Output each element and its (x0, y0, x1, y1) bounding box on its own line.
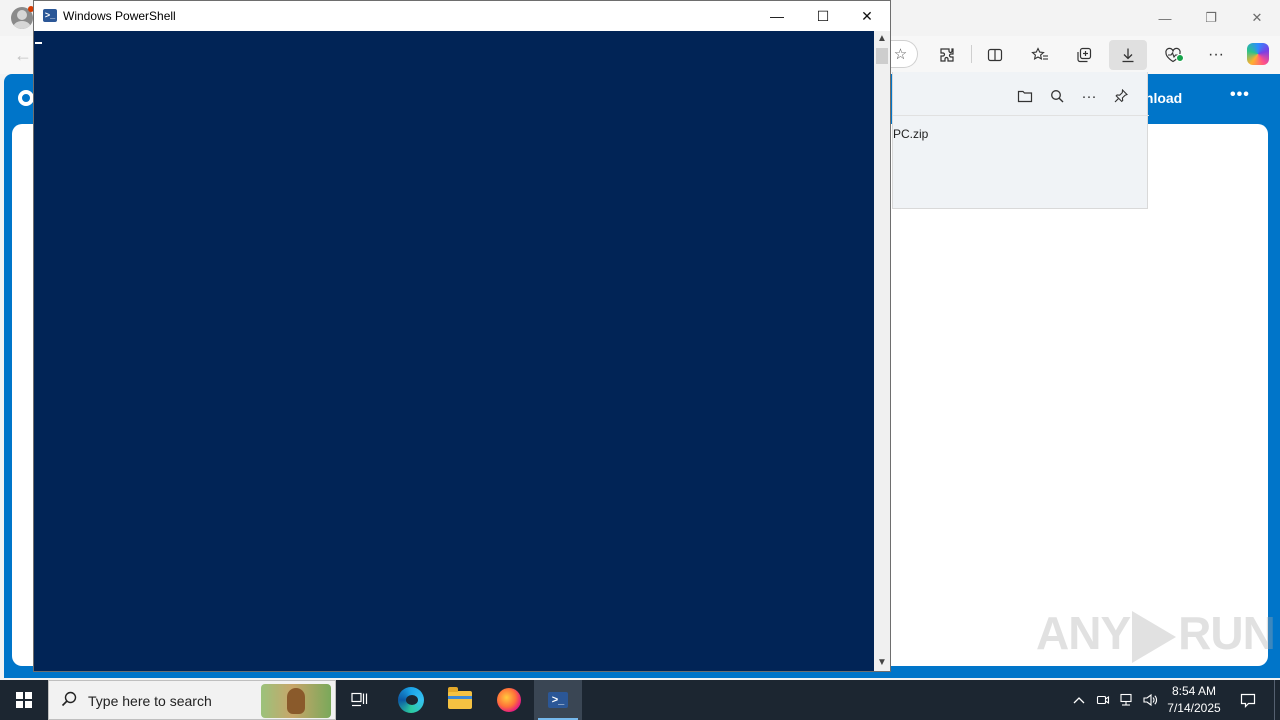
collections-icon[interactable] (1068, 40, 1100, 70)
folder-icon (448, 687, 472, 709)
scroll-down-icon[interactable]: ▼ (874, 655, 890, 671)
edge-taskbar-button[interactable] (387, 680, 435, 720)
site-more-button[interactable]: ••• (1230, 86, 1250, 104)
browser-essentials-icon[interactable] (1157, 40, 1189, 70)
task-view-button[interactable] (336, 680, 384, 720)
downloads-icon[interactable] (1109, 40, 1147, 70)
powershell-window[interactable]: >_ Windows PowerShell — ☐ ✕ ▲ ▼ (33, 0, 891, 672)
settings-more-icon[interactable]: ··· (1200, 40, 1232, 70)
powershell-minimize-button[interactable]: — (754, 1, 800, 31)
task-view-icon (351, 692, 368, 707)
firefox-taskbar-button[interactable] (485, 680, 533, 720)
clock-date: 7/14/2025 (1167, 701, 1221, 715)
browser-minimize-button[interactable]: — (1142, 4, 1188, 32)
split-screen-icon[interactable] (979, 40, 1011, 70)
windows-logo-icon (16, 692, 32, 708)
powershell-icon: >_ (43, 9, 57, 22)
powershell-window-title: Windows PowerShell (63, 9, 176, 23)
browser-restore-button[interactable]: ❐ (1188, 4, 1234, 32)
file-explorer-taskbar-button[interactable] (436, 680, 484, 720)
search-highlight-image[interactable] (261, 684, 331, 718)
download-item-filename[interactable]: PC.zip (893, 127, 928, 141)
scrollbar-thumb[interactable] (876, 48, 888, 64)
scroll-up-icon[interactable]: ▲ (874, 31, 890, 47)
show-hidden-icons-chevron-icon[interactable] (1068, 680, 1090, 720)
search-downloads-icon[interactable] (1045, 84, 1069, 108)
network-icon[interactable] (1115, 680, 1137, 720)
action-center-icon[interactable] (1232, 680, 1264, 720)
watermark-play-icon (1132, 610, 1177, 663)
search-placeholder: Type here to search (88, 693, 212, 709)
meet-now-icon[interactable] (1092, 680, 1114, 720)
downloads-divider (893, 115, 1149, 116)
console-cursor (35, 42, 42, 44)
clock-time: 8:54 AM (1171, 684, 1217, 698)
anyrun-watermark: ANY RUN (1036, 606, 1276, 663)
firefox-icon (497, 688, 521, 712)
powershell-maximize-button[interactable]: ☐ (800, 1, 846, 31)
edge-icon (398, 687, 424, 713)
console-scrollbar[interactable]: ▲ ▼ (874, 31, 890, 671)
toolbar-separator (971, 45, 972, 63)
taskbar-search-box[interactable]: Type here to search (48, 680, 336, 720)
taskbar: Type here to search >_ 8:54 AM 7/14/2025 (0, 680, 1280, 720)
copilot-icon[interactable] (1247, 43, 1269, 65)
browser-close-button[interactable]: ✕ (1234, 4, 1280, 32)
volume-icon[interactable] (1139, 680, 1161, 720)
downloads-panel: ··· PC.zip (892, 72, 1149, 209)
site-logo-icon[interactable] (18, 90, 34, 106)
powershell-titlebar[interactable]: >_ Windows PowerShell — ☐ ✕ (34, 1, 890, 31)
favorites-icon[interactable] (1024, 40, 1056, 70)
powershell-taskbar-icon: >_ (548, 692, 568, 708)
extensions-icon[interactable] (931, 40, 963, 70)
powershell-console[interactable] (34, 31, 874, 671)
open-folder-icon[interactable] (1013, 84, 1037, 108)
downloads-more-icon[interactable]: ··· (1077, 84, 1101, 108)
show-desktop-button[interactable] (1274, 680, 1280, 720)
pin-icon[interactable] (1109, 84, 1133, 108)
powershell-taskbar-button[interactable]: >_ (534, 680, 582, 720)
search-icon (61, 691, 79, 709)
start-button[interactable] (0, 680, 48, 720)
powershell-close-button[interactable]: ✕ (844, 1, 890, 31)
taskbar-clock[interactable]: 8:54 AM 7/14/2025 (1162, 683, 1226, 717)
